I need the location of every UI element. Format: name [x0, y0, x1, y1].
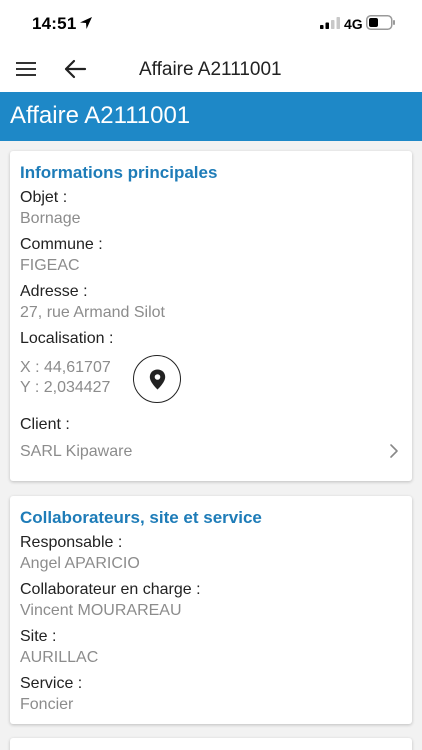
signal-strength-icon — [320, 17, 340, 29]
hamburger-menu-icon[interactable] — [14, 58, 38, 80]
objet-value: Bornage — [20, 210, 81, 227]
page-title: Affaire A2111001 — [10, 102, 191, 129]
map-location-button[interactable] — [133, 355, 181, 403]
responsable-label: Responsable : — [20, 534, 123, 551]
battery-icon — [366, 15, 395, 30]
status-bar: 14:51 4G — [0, 0, 422, 46]
client-row[interactable]: Client : SARL Kipaware — [10, 409, 412, 471]
page-header-banner: Affaire A2111001 — [0, 92, 422, 141]
location-arrow-icon — [80, 17, 92, 29]
x-coordinate: X : 44,61707 — [20, 359, 111, 376]
next-section-card — [10, 738, 412, 750]
client-label: Client : — [20, 416, 70, 433]
client-value: SARL Kipaware — [20, 443, 133, 460]
service-value: Foncier — [20, 696, 74, 713]
localisation-label: Localisation : — [20, 330, 114, 347]
responsable-value: Angel APARICIO — [20, 555, 140, 572]
collaborators-title: Collaborateurs, site et service — [20, 508, 262, 527]
main-info-title: Informations principales — [20, 163, 218, 182]
map-pin-icon — [149, 369, 166, 390]
network-type: 4G — [344, 16, 363, 32]
site-value: AURILLAC — [20, 649, 99, 666]
status-time: 14:51 — [32, 14, 77, 33]
collaborateur-value: Vincent MOURAREAU — [20, 602, 182, 619]
y-coordinate: Y : 2,034427 — [20, 379, 111, 396]
collaborateur-label: Collaborateur en charge : — [20, 581, 201, 598]
chevron-right-icon — [390, 444, 398, 458]
navigation-bar: Affaire A2111001 — [0, 46, 422, 92]
site-label: Site : — [20, 628, 57, 645]
commune-label: Commune : — [20, 236, 103, 253]
main-info-card: Informations principales Objet : Bornage… — [10, 151, 412, 481]
adresse-value: 27, rue Armand Silot — [20, 304, 165, 321]
adresse-label: Adresse : — [20, 283, 88, 300]
service-label: Service : — [20, 675, 83, 692]
objet-label: Objet : — [20, 189, 68, 206]
collaborators-card: Collaborateurs, site et service Responsa… — [10, 496, 412, 724]
commune-value: FIGEAC — [20, 257, 80, 274]
nav-title: Affaire A2111001 — [139, 59, 282, 80]
back-arrow-icon[interactable] — [62, 57, 88, 81]
